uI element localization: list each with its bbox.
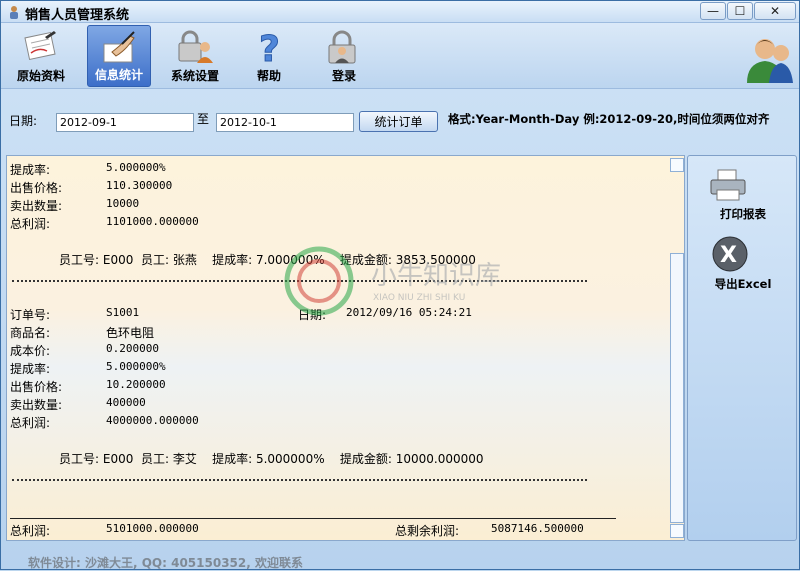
watermark-cn-text: 小牛知识库 <box>371 261 501 291</box>
maximize-button[interactable]: ☐ <box>727 2 753 20</box>
title-bar[interactable]: 销售人员管理系统 — ☐ ✕ <box>1 1 799 23</box>
question-mark-icon: ? <box>259 29 281 65</box>
tool-statistics[interactable]: 信息统计 <box>87 25 151 87</box>
scroll-up-button[interactable] <box>670 158 684 172</box>
scroll-thumb[interactable] <box>670 253 684 523</box>
app-window: 销售人员管理系统 — ☐ ✕ 原始资料 信息统计 系统设置 ? 帮助 登录 日期… <box>0 0 800 570</box>
statistics-order-button[interactable]: 统计订单 <box>359 111 438 132</box>
tool-label: 原始资料 <box>16 69 65 83</box>
dotted-separator <box>12 479 587 481</box>
export-label: 导出Excel <box>714 277 772 291</box>
window-title: 销售人员管理系统 <box>25 8 130 23</box>
action-panel: 打印报表 X 导出Excel <box>687 155 797 541</box>
close-button[interactable]: ✕ <box>754 2 796 20</box>
report-scrollbar[interactable] <box>670 158 684 538</box>
footer-credit: 软件设计: 沙滩大王, QQ: 405150352, 欢迎联系 <box>28 556 303 570</box>
lock-user-icon <box>328 30 356 64</box>
app-icon <box>10 6 18 19</box>
export-excel-button[interactable]: X 导出Excel <box>688 234 798 294</box>
tool-label: 信息统计 <box>94 68 143 82</box>
minimize-button[interactable]: — <box>700 2 726 20</box>
svg-text:X: X <box>720 243 737 268</box>
document-pen-icon <box>24 31 56 61</box>
date-to-label: 至 <box>197 112 210 126</box>
tool-label: 登录 <box>331 69 356 83</box>
employee-summary: 员工号: E000 员工: 李艾 提成率: 5.000000% 提成金额: 10… <box>59 452 484 466</box>
svg-text:?: ? <box>259 29 280 65</box>
main-toolbar: 原始资料 信息统计 系统设置 ? 帮助 登录 <box>1 23 799 89</box>
date-to-input[interactable] <box>216 113 354 132</box>
total-divider <box>10 518 616 519</box>
printer-icon <box>710 169 746 201</box>
writing-hand-icon <box>103 31 135 63</box>
tool-login[interactable]: 登录 <box>312 25 376 87</box>
user-avatar-icon[interactable] <box>745 33 793 83</box>
date-from-input[interactable] <box>56 113 194 132</box>
user-lock-icon <box>178 30 213 63</box>
tool-label: 系统设置 <box>170 69 219 83</box>
report-view[interactable]: 提成率: 5.000000% 出售价格: 110.300000 卖出数量: 10000… <box>6 155 685 541</box>
print-label: 打印报表 <box>720 207 766 221</box>
tool-raw-data[interactable]: 原始资料 <box>9 25 73 87</box>
tool-label: 帮助 <box>256 69 281 83</box>
watermark-logo: 小牛知识库 XIAO NIU ZHI SHI KU <box>284 246 501 316</box>
date-filter-bar: 日期: 至 统计订单 格式:Year-Month-Day 例:2012-09-2… <box>1 101 799 137</box>
tool-settings[interactable]: 系统设置 <box>163 25 227 87</box>
excel-icon: X <box>712 236 748 272</box>
tool-help[interactable]: ? 帮助 <box>237 25 301 87</box>
print-report-button[interactable]: 打印报表 <box>688 168 798 224</box>
watermark-en-text: XIAO NIU ZHI SHI KU <box>373 293 465 303</box>
date-label: 日期: <box>9 114 38 128</box>
date-format-hint: 格式:Year-Month-Day 例:2012-09-20,时间位须两位对齐 <box>448 112 770 126</box>
scroll-down-button[interactable] <box>670 524 684 538</box>
